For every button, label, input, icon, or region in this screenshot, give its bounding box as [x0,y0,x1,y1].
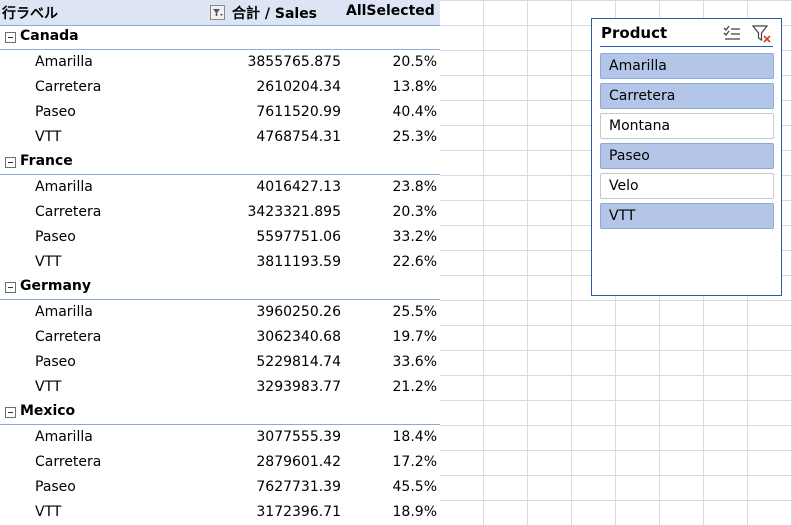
group-row-france[interactable]: France [0,150,440,175]
slicer-item-paseo[interactable]: Paseo [600,143,774,169]
table-row[interactable]: Paseo 7611520.99 40.4% [0,100,440,125]
slicer-item-carretera[interactable]: Carretera [600,83,774,109]
table-row[interactable]: VTT 4768754.31 25.3% [0,125,440,150]
allselected-value: 22.6% [392,254,437,270]
allselected-value: 19.7% [392,329,437,345]
sales-value: 3855765.875 [247,54,341,70]
allselected-value: 33.6% [392,354,437,370]
slicer-divider [600,46,773,47]
allselected-value: 25.3% [392,129,437,145]
allselected-value: 17.2% [392,454,437,470]
row-label: Paseo [35,354,76,370]
sales-value: 2879601.42 [256,454,341,470]
slicer-item-label: Paseo [609,148,650,164]
table-row[interactable]: Carretera 3423321.895 20.3% [0,200,440,225]
sales-value: 7627731.39 [256,479,341,495]
row-label: VTT [35,129,62,145]
sales-value: 2610204.34 [256,79,341,95]
sales-column-header[interactable]: 合計 / Sales [232,3,317,23]
allselected-value: 33.2% [392,229,437,245]
allselected-column-header[interactable]: AllSelected [346,3,435,19]
slicer-item-amarilla[interactable]: Amarilla [600,53,774,79]
group-row-canada[interactable]: Canada [0,25,440,50]
row-label: Amarilla [35,304,93,320]
collapse-icon[interactable] [5,282,16,293]
row-label: Paseo [35,229,76,245]
group-label: Germany [20,278,92,294]
sales-value: 4016427.13 [256,179,341,195]
slicer-item-label: Velo [609,178,639,194]
group-row-mexico[interactable]: Mexico [0,400,440,425]
row-label: Amarilla [35,429,93,445]
row-label: Paseo [35,479,76,495]
table-row[interactable]: Paseo 5229814.74 33.6% [0,350,440,375]
row-label: Carretera [35,204,102,220]
sales-value: 3811193.59 [256,254,341,270]
table-row[interactable]: Amarilla 3960250.26 25.5% [0,300,440,325]
table-row[interactable]: Carretera 2610204.34 13.8% [0,75,440,100]
sales-value: 3423321.895 [247,204,341,220]
collapse-icon[interactable] [5,407,16,418]
row-labels-header[interactable]: 行ラベル [2,3,58,23]
collapse-icon[interactable] [5,32,16,43]
group-label: Mexico [20,403,76,419]
multi-select-icon[interactable] [722,24,742,44]
sales-value: 3172396.71 [256,504,341,520]
slicer-item-label: Amarilla [609,58,667,74]
sales-value: 4768754.31 [256,129,341,145]
sales-value: 5229814.74 [256,354,341,370]
allselected-value: 13.8% [392,79,437,95]
slicer-item-vtt[interactable]: VTT [600,203,774,229]
sales-value: 3062340.68 [256,329,341,345]
row-label: VTT [35,254,62,270]
slicer-item-label: VTT [609,208,636,224]
filter-dropdown-icon[interactable] [210,5,225,20]
row-label: Amarilla [35,179,93,195]
allselected-value: 23.8% [392,179,437,195]
sales-value: 3077555.39 [256,429,341,445]
row-label: Carretera [35,329,102,345]
slicer-item-label: Carretera [609,88,676,104]
slicer-item-montana[interactable]: Montana [600,113,774,139]
group-label: Canada [20,28,79,44]
allselected-value: 40.4% [392,104,437,120]
allselected-value: 18.4% [392,429,437,445]
row-label: Carretera [35,454,102,470]
row-label: Amarilla [35,54,93,70]
table-row[interactable]: Paseo 7627731.39 45.5% [0,475,440,500]
sales-value: 3960250.26 [256,304,341,320]
row-label: Paseo [35,104,76,120]
table-row[interactable]: Amarilla 4016427.13 23.8% [0,175,440,200]
table-row[interactable]: Carretera 3062340.68 19.7% [0,325,440,350]
table-row[interactable]: VTT 3811193.59 22.6% [0,250,440,275]
table-row[interactable]: Carretera 2879601.42 17.2% [0,450,440,475]
sales-value: 3293983.77 [256,379,341,395]
product-slicer[interactable]: Product Amarilla Carretera Montana Paseo… [591,18,782,296]
pivot-header: 行ラベル 合計 / Sales AllSelected [0,0,440,26]
allselected-value: 20.3% [392,204,437,220]
row-label: VTT [35,379,62,395]
collapse-icon[interactable] [5,157,16,168]
table-row[interactable]: Amarilla 3077555.39 18.4% [0,425,440,450]
slicer-item-label: Montana [609,118,671,134]
table-row[interactable]: VTT 3172396.71 18.9% [0,500,440,525]
table-row[interactable]: Amarilla 3855765.875 20.5% [0,50,440,75]
allselected-value: 21.2% [392,379,437,395]
allselected-value: 25.5% [392,304,437,320]
row-label: Carretera [35,79,102,95]
row-label: VTT [35,504,62,520]
pivot-table: 行ラベル 合計 / Sales AllSelected Canada Amari… [0,0,440,525]
table-row[interactable]: VTT 3293983.77 21.2% [0,375,440,400]
allselected-value: 45.5% [392,479,437,495]
slicer-item-velo[interactable]: Velo [600,173,774,199]
clear-filter-icon[interactable] [751,24,772,44]
allselected-value: 18.9% [392,504,437,520]
sales-value: 5597751.06 [256,229,341,245]
group-label: France [20,153,73,169]
allselected-value: 20.5% [392,54,437,70]
sales-value: 7611520.99 [256,104,341,120]
table-row[interactable]: Paseo 5597751.06 33.2% [0,225,440,250]
group-row-germany[interactable]: Germany [0,275,440,300]
slicer-title: Product [601,24,668,42]
